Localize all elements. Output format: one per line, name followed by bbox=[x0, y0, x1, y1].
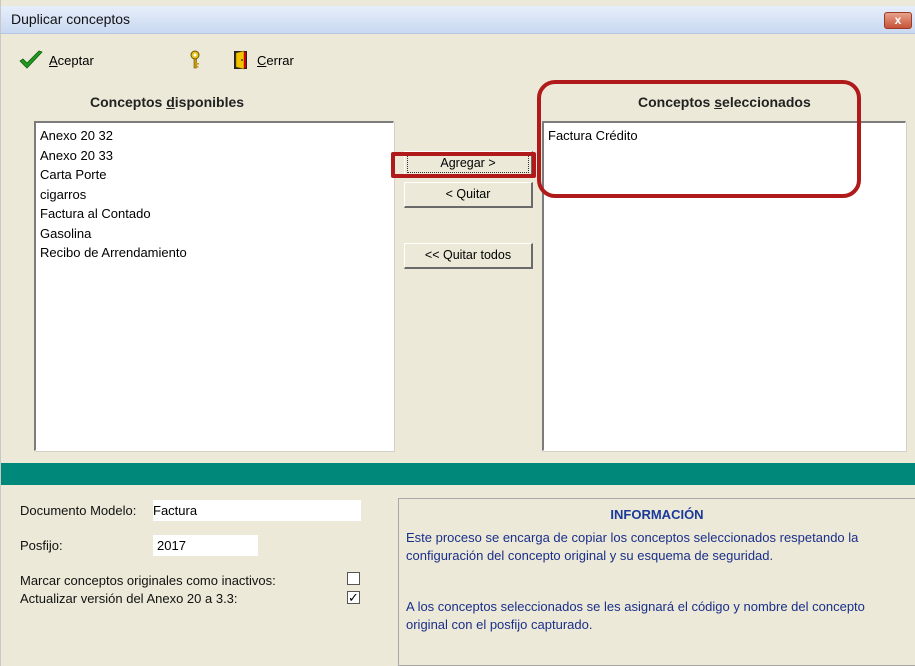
close-label: Cerrar bbox=[257, 52, 294, 68]
list-item[interactable]: Factura al Contado bbox=[40, 204, 389, 224]
help-button[interactable] bbox=[187, 49, 203, 71]
mark-inactive-checkbox[interactable] bbox=[347, 572, 360, 585]
model-document-field[interactable]: Factura bbox=[153, 500, 361, 521]
accept-button[interactable]: Aceptar bbox=[19, 49, 94, 71]
info-paragraph-2: A los conceptos seleccionados se les asi… bbox=[406, 599, 865, 632]
window-close-button[interactable]: x bbox=[884, 12, 912, 29]
list-item[interactable]: Gasolina bbox=[40, 224, 389, 244]
mark-inactive-label: Marcar conceptos originales como inactiv… bbox=[20, 573, 276, 588]
add-button-highlight bbox=[391, 152, 536, 178]
list-item[interactable]: Recibo de Arrendamiento bbox=[40, 243, 389, 263]
info-panel: INFORMACIÓN Este proceso se encarga de c… bbox=[398, 498, 915, 666]
info-title: INFORMACIÓN bbox=[610, 507, 704, 522]
title-bar: Duplicar conceptos x bbox=[1, 6, 915, 34]
list-item[interactable]: Anexo 20 32 bbox=[40, 126, 389, 146]
available-concepts-list[interactable]: Anexo 20 32 Anexo 20 33 Carta Porte ciga… bbox=[34, 121, 394, 451]
checkmark-icon: ✓ bbox=[348, 590, 359, 605]
suffix-label: Posfijo: bbox=[20, 538, 63, 553]
update-version-checkbox[interactable]: ✓ bbox=[347, 591, 360, 604]
toolbar: Aceptar Cerrar bbox=[1, 35, 915, 85]
door-exit-icon bbox=[234, 50, 247, 70]
selected-concepts-highlight bbox=[537, 80, 861, 198]
suffix-field[interactable]: 2017 bbox=[153, 535, 258, 556]
list-item[interactable]: Anexo 20 33 bbox=[40, 146, 389, 166]
accept-label: Aceptar bbox=[49, 52, 94, 68]
checkmark-icon bbox=[19, 50, 43, 69]
section-divider bbox=[1, 463, 915, 485]
info-paragraph-1: Este proceso se encarga de copiar los co… bbox=[406, 530, 859, 563]
window-title: Duplicar conceptos bbox=[11, 11, 131, 27]
list-item[interactable]: Carta Porte bbox=[40, 165, 389, 185]
update-version-label: Actualizar versión del Anexo 20 a 3.3: bbox=[20, 591, 238, 606]
available-concepts-label: Conceptos disponibles bbox=[90, 94, 245, 110]
model-document-label: Documento Modelo: bbox=[20, 503, 137, 518]
close-button[interactable]: Cerrar bbox=[233, 49, 294, 71]
duplicate-concepts-window: Duplicar conceptos x Aceptar Cerrar Conc… bbox=[0, 0, 915, 666]
key-icon bbox=[190, 50, 200, 69]
remove-all-button[interactable]: << Quitar todos bbox=[404, 243, 533, 269]
list-item[interactable]: cigarros bbox=[40, 185, 389, 205]
remove-button[interactable]: < Quitar bbox=[404, 182, 533, 208]
